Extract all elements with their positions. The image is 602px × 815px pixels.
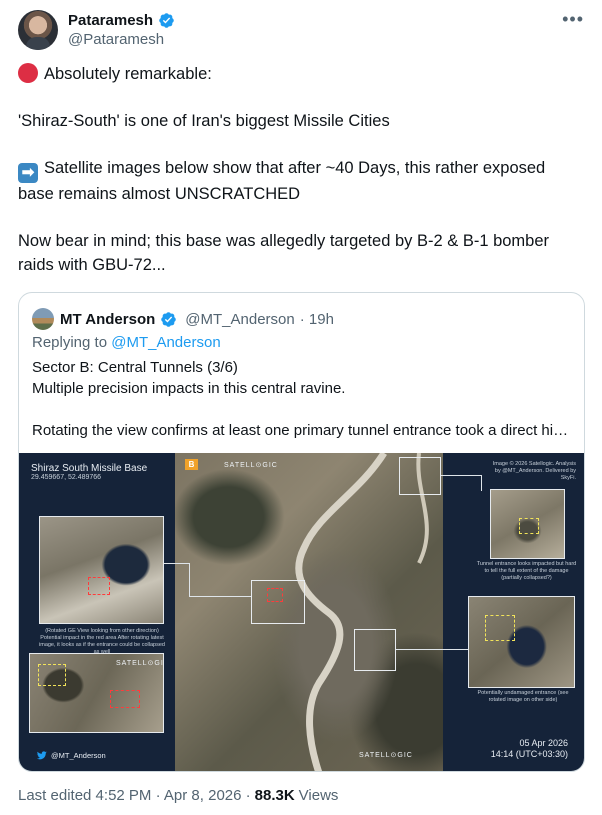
quote-author-avatar[interactable] bbox=[32, 308, 54, 330]
quote-timestamp[interactable]: · 19h bbox=[300, 311, 334, 328]
tweet-paragraph-2: 'Shiraz-South' is one of Iran's biggest … bbox=[18, 110, 583, 134]
satellite-image[interactable]: Shiraz South Missile Base 29.459667, 52.… bbox=[19, 453, 584, 771]
tweet-line-3: Satellite images below show that after ~… bbox=[18, 159, 546, 203]
author-handle[interactable]: @Pataramesh bbox=[68, 31, 164, 48]
caption-right-bottom: Potentially undamaged entrance (see rota… bbox=[477, 690, 569, 703]
tweet: Pataramesh @Pataramesh ••• Absolutely re… bbox=[0, 0, 602, 815]
tweet-meta: Last edited 4:52 PM · Apr 8, 2026 · 88.3… bbox=[18, 787, 338, 804]
right-arrow-icon: ➡ bbox=[18, 163, 38, 183]
latest-rotated-view: SATELL⊙GIC bbox=[29, 653, 164, 733]
image-handle: @MT_Anderson bbox=[37, 751, 106, 760]
image-date: 05 Apr 2026 bbox=[519, 738, 568, 748]
image-coordinates: 29.459667, 52.489766 bbox=[31, 474, 102, 481]
rotated-ge-view bbox=[39, 516, 164, 624]
caption-left: (Rotated GE View looking from other dire… bbox=[39, 628, 165, 655]
tweet-paragraph-4: Now bear in mind; this base was allegedl… bbox=[18, 230, 583, 277]
tweet-line-4: Now bear in mind; this base was allegedl… bbox=[18, 232, 550, 274]
author-display-name[interactable]: Pataramesh bbox=[68, 12, 153, 29]
tunnel-entrance-zoom bbox=[490, 489, 565, 559]
quote-line-1: Sector B: Central Tunnels (3/6) bbox=[32, 359, 238, 376]
callout-box-3 bbox=[354, 629, 396, 671]
tweet-paragraph-3: ➡ Satellite images below show that after … bbox=[18, 157, 583, 207]
image-handle-text: @MT_Anderson bbox=[51, 751, 106, 760]
quote-verified-badge-icon bbox=[161, 311, 177, 327]
replying-to-handle[interactable]: @MT_Anderson bbox=[111, 334, 220, 351]
quote-line-2: Multiple precision impacts in this centr… bbox=[32, 380, 346, 397]
quote-tweet[interactable]: MT Anderson @MT_Anderson · 19h Replying … bbox=[18, 292, 585, 772]
tweet-line-1: Absolutely remarkable: bbox=[44, 65, 212, 83]
views-count: 88.3K bbox=[254, 787, 295, 804]
image-time: 14:14 (UTC+03:30) bbox=[490, 749, 568, 759]
satellogic-logo-thumb: SATELL⊙GIC bbox=[116, 660, 164, 667]
image-credit: Image © 2026 Satellogic. Analysis by @MT… bbox=[492, 461, 576, 481]
tweet-paragraph-1: Absolutely remarkable: bbox=[18, 63, 583, 87]
quote-author-handle[interactable]: @MT_Anderson bbox=[185, 311, 294, 328]
quote-line-3: Rotating the view confirms at least one … bbox=[32, 422, 569, 439]
verified-badge-icon bbox=[159, 12, 174, 28]
satellogic-logo-bottom: SATELL⊙GIC bbox=[359, 752, 413, 759]
views-label: Views bbox=[298, 787, 339, 804]
undamaged-entrance-zoom bbox=[468, 596, 575, 688]
image-title: Shiraz South Missile Base bbox=[31, 463, 148, 474]
sector-badge: B bbox=[185, 459, 198, 470]
impact-marker bbox=[267, 588, 283, 602]
red-circle-icon bbox=[18, 63, 38, 83]
quote-header: MT Anderson @MT_Anderson · 19h bbox=[60, 308, 334, 330]
callout-box-1 bbox=[399, 457, 441, 495]
satellogic-logo-top: SATELL⊙GIC bbox=[224, 462, 278, 469]
callout-box-2 bbox=[251, 580, 305, 624]
author-avatar[interactable] bbox=[18, 10, 58, 50]
image-datetime: 05 Apr 2026 14:14 (UTC+03:30) bbox=[491, 738, 568, 760]
replying-to: Replying to @MT_Anderson bbox=[32, 334, 221, 351]
replying-to-prefix: Replying to bbox=[32, 334, 108, 351]
tweet-text: Absolutely remarkable: 'Shiraz-South' is… bbox=[18, 63, 583, 277]
edited-timestamp[interactable]: Last edited 4:52 PM · Apr 8, 2026 · bbox=[18, 787, 251, 804]
twitter-bird-icon bbox=[37, 751, 47, 760]
quote-text: Sector B: Central Tunnels (3/6) Multiple… bbox=[32, 357, 572, 441]
more-options-icon[interactable]: ••• bbox=[562, 10, 584, 28]
tweet-line-2: 'Shiraz-South' is one of Iran's biggest … bbox=[18, 112, 390, 130]
caption-right-top: Tunnel entrance looks impacted but hard … bbox=[476, 561, 577, 581]
quote-author-name[interactable]: MT Anderson bbox=[60, 311, 155, 328]
author-name-row: Pataramesh bbox=[68, 10, 175, 30]
